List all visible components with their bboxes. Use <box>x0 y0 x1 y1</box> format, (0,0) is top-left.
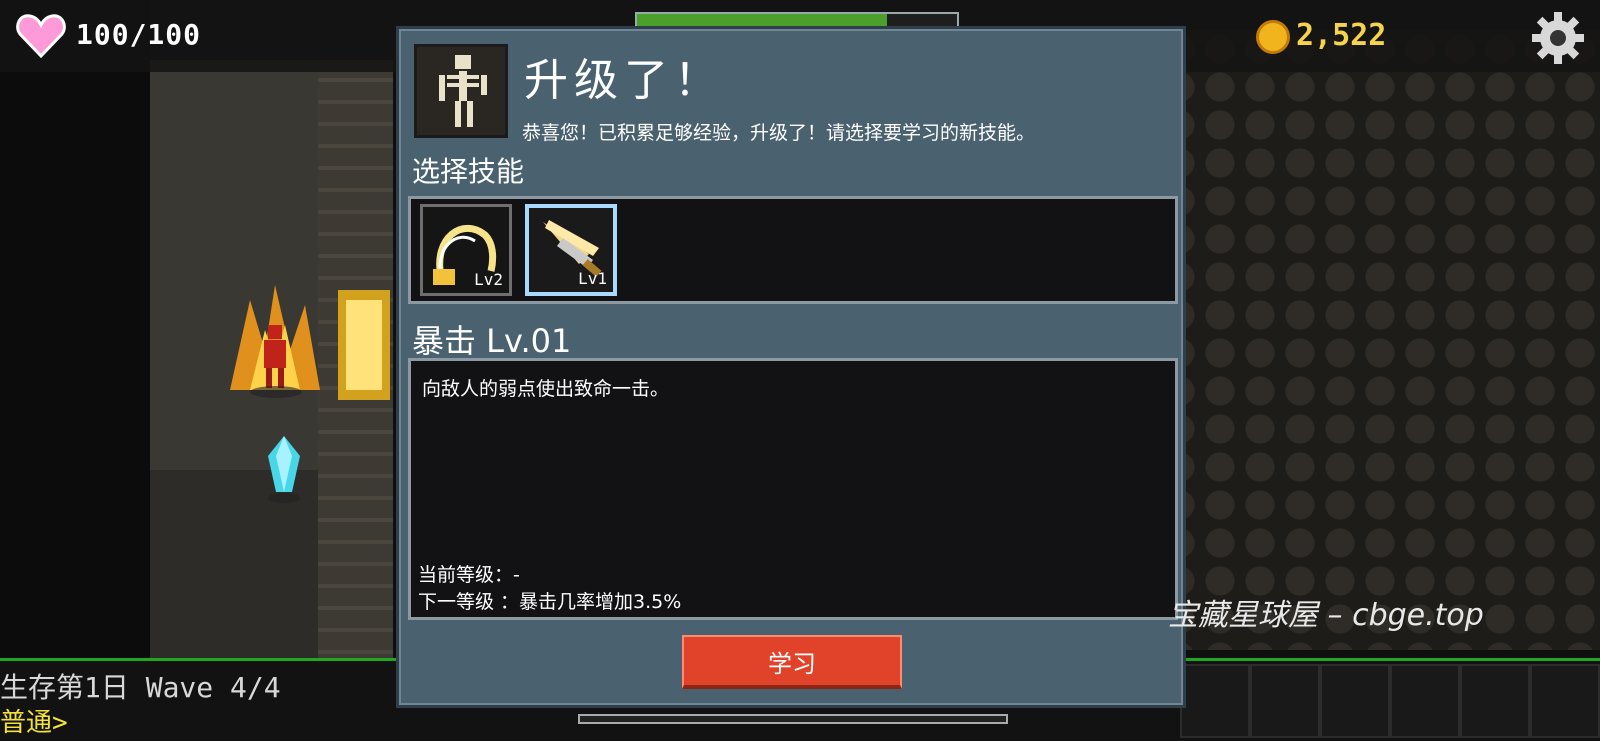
skeleton-avatar <box>414 44 508 138</box>
gold-counter: 2,522 <box>1296 18 1387 53</box>
skill-list <box>408 196 1178 304</box>
skill-slot-slash[interactable]: Lv2 <box>420 204 512 296</box>
skeleton-icon <box>439 55 487 127</box>
skill-slot-critical[interactable]: Lv1 <box>525 204 617 296</box>
selected-skill-name: 暴击 Lv.01 <box>412 322 572 360</box>
dialog-title: 升级了！ <box>524 55 724 106</box>
day-wave-label: 生存第1日 Wave 4/4 <box>0 671 281 704</box>
bottom-scrollbar[interactable] <box>578 714 1008 724</box>
skill-description: 向敌人的弱点使出致命一击。 <box>422 378 670 400</box>
hp-counter: 100/100 <box>76 18 202 51</box>
coin-icon <box>1256 20 1290 54</box>
current-level-text: 当前等级：- <box>418 564 520 586</box>
item-slot[interactable] <box>1250 664 1320 738</box>
dark-void <box>0 0 150 738</box>
heart-icon <box>16 14 66 58</box>
gear-icon[interactable] <box>1530 10 1586 66</box>
dialog-description: 恭喜您！已积累足够经验，升级了！请选择要学习的新技能。 <box>522 122 1036 144</box>
item-slot[interactable] <box>1460 664 1530 738</box>
item-slot[interactable] <box>1180 664 1250 738</box>
hero-sprite <box>230 285 320 398</box>
golden-door <box>338 290 390 400</box>
item-slot[interactable] <box>1320 664 1390 738</box>
skill-level-badge: Lv2 <box>474 270 503 289</box>
difficulty-link[interactable]: 普通> <box>0 702 68 739</box>
watermark-text: 宝藏星球屋 – cbge.top <box>1168 598 1484 633</box>
item-slot[interactable] <box>1530 664 1600 738</box>
next-level-text: 下一等级 ：暴击几率增加3.5% <box>418 591 682 613</box>
learn-button[interactable]: 学习 <box>682 635 902 689</box>
select-skill-label: 选择技能 <box>412 155 525 188</box>
skill-level-badge: Lv1 <box>578 269 607 288</box>
item-slot[interactable] <box>1390 664 1460 738</box>
tiled-floor <box>1160 30 1600 650</box>
crystal-sprite[interactable] <box>262 432 306 506</box>
